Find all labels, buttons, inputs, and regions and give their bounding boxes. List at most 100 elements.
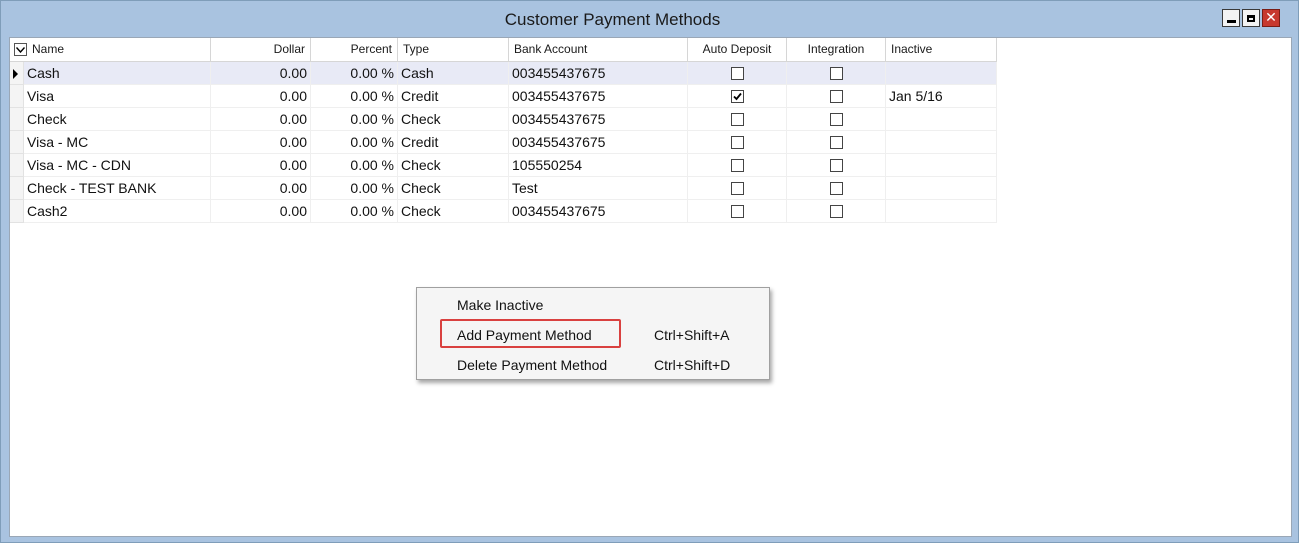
auto-deposit-checkbox[interactable] bbox=[730, 204, 744, 218]
maximize-button[interactable] bbox=[1242, 9, 1260, 27]
column-header-inactive-label: Inactive bbox=[891, 42, 933, 56]
checkmark-icon bbox=[732, 92, 742, 101]
cell-name[interactable]: Check bbox=[24, 108, 211, 131]
auto-deposit-checkbox[interactable] bbox=[730, 158, 744, 172]
cell-integration bbox=[787, 177, 886, 200]
row-header[interactable] bbox=[10, 200, 24, 223]
cell-percent[interactable]: 0.00 % bbox=[311, 85, 398, 108]
cell-dollar[interactable]: 0.00 bbox=[211, 85, 311, 108]
menu-item-delete-payment-method[interactable]: Delete Payment Method Ctrl+Shift+D bbox=[417, 350, 769, 380]
minimize-button[interactable] bbox=[1222, 9, 1240, 27]
cell-bank-account[interactable]: 003455437675 bbox=[509, 108, 688, 131]
integration-checkbox[interactable] bbox=[829, 89, 843, 103]
column-chooser-icon[interactable] bbox=[14, 43, 27, 56]
table-row[interactable]: Check 0.00 0.00 % Check 003455437675 bbox=[10, 108, 997, 131]
column-header-name-label: Name bbox=[32, 42, 65, 56]
cell-name[interactable]: Cash bbox=[24, 62, 211, 85]
cell-bank-account[interactable]: 003455437675 bbox=[509, 200, 688, 223]
column-header-integration-label: Integration bbox=[807, 42, 865, 56]
cell-percent[interactable]: 0.00 % bbox=[311, 108, 398, 131]
cell-auto-deposit bbox=[688, 131, 787, 154]
cell-percent[interactable]: 0.00 % bbox=[311, 62, 398, 85]
cell-bank-account[interactable]: 003455437675 bbox=[509, 131, 688, 154]
table-row[interactable]: Visa - MC 0.00 0.00 % Credit 003455437675 bbox=[10, 131, 997, 154]
auto-deposit-checkbox[interactable] bbox=[730, 89, 744, 103]
integration-checkbox[interactable] bbox=[829, 66, 843, 80]
cell-dollar[interactable]: 0.00 bbox=[211, 131, 311, 154]
cell-type[interactable]: Check bbox=[398, 108, 509, 131]
cell-bank-account[interactable]: 003455437675 bbox=[509, 85, 688, 108]
cell-name[interactable]: Visa bbox=[24, 85, 211, 108]
row-header[interactable] bbox=[10, 177, 24, 200]
menu-item-make-inactive[interactable]: Make Inactive bbox=[417, 290, 769, 320]
column-header-bank-account-label: Bank Account bbox=[514, 42, 588, 56]
integration-checkbox[interactable] bbox=[829, 181, 843, 195]
table-row[interactable]: Check - TEST BANK 0.00 0.00 % Check Test bbox=[10, 177, 997, 200]
cell-name[interactable]: Check - TEST BANK bbox=[24, 177, 211, 200]
integration-checkbox[interactable] bbox=[829, 135, 843, 149]
row-header[interactable] bbox=[10, 108, 24, 131]
cell-auto-deposit bbox=[688, 200, 787, 223]
cell-bank-account[interactable]: 003455437675 bbox=[509, 62, 688, 85]
column-header-type[interactable]: Type bbox=[398, 38, 509, 62]
cell-inactive[interactable] bbox=[886, 62, 997, 85]
integration-checkbox[interactable] bbox=[829, 112, 843, 126]
auto-deposit-checkbox[interactable] bbox=[730, 181, 744, 195]
cell-dollar[interactable]: 0.00 bbox=[211, 200, 311, 223]
cell-type[interactable]: Check bbox=[398, 200, 509, 223]
cell-inactive[interactable]: Jan 5/16 bbox=[886, 85, 997, 108]
cell-inactive[interactable] bbox=[886, 200, 997, 223]
column-header-name[interactable]: Name bbox=[10, 38, 211, 62]
row-pointer-icon bbox=[13, 69, 18, 79]
cell-inactive[interactable] bbox=[886, 154, 997, 177]
cell-inactive[interactable] bbox=[886, 177, 997, 200]
cell-type[interactable]: Check bbox=[398, 177, 509, 200]
row-header[interactable] bbox=[10, 62, 24, 85]
table-row[interactable]: Cash2 0.00 0.00 % Check 003455437675 bbox=[10, 200, 997, 223]
cell-percent[interactable]: 0.00 % bbox=[311, 154, 398, 177]
cell-inactive[interactable] bbox=[886, 108, 997, 131]
title-bar[interactable]: Customer Payment Methods ✕ bbox=[1, 1, 1298, 37]
cell-dollar[interactable]: 0.00 bbox=[211, 154, 311, 177]
close-button[interactable]: ✕ bbox=[1262, 9, 1280, 27]
column-header-inactive[interactable]: Inactive bbox=[886, 38, 997, 62]
column-header-integration[interactable]: Integration bbox=[787, 38, 886, 62]
row-header[interactable] bbox=[10, 154, 24, 177]
cell-type[interactable]: Credit bbox=[398, 85, 509, 108]
integration-checkbox[interactable] bbox=[829, 158, 843, 172]
cell-dollar[interactable]: 0.00 bbox=[211, 177, 311, 200]
integration-checkbox[interactable] bbox=[829, 204, 843, 218]
row-header[interactable] bbox=[10, 131, 24, 154]
auto-deposit-checkbox[interactable] bbox=[730, 135, 744, 149]
cell-inactive[interactable] bbox=[886, 131, 997, 154]
column-header-percent-label: Percent bbox=[350, 42, 392, 56]
cell-integration bbox=[787, 200, 886, 223]
menu-item-shortcut: Ctrl+Shift+A bbox=[654, 327, 730, 343]
cell-percent[interactable]: 0.00 % bbox=[311, 131, 398, 154]
auto-deposit-checkbox[interactable] bbox=[730, 66, 744, 80]
row-header[interactable] bbox=[10, 85, 24, 108]
cell-type[interactable]: Credit bbox=[398, 131, 509, 154]
menu-item-shortcut: Ctrl+Shift+D bbox=[654, 357, 731, 373]
cell-dollar[interactable]: 0.00 bbox=[211, 108, 311, 131]
cell-percent[interactable]: 0.00 % bbox=[311, 177, 398, 200]
cell-name[interactable]: Cash2 bbox=[24, 200, 211, 223]
window-title: Customer Payment Methods bbox=[504, 10, 721, 29]
cell-name[interactable]: Visa - MC - CDN bbox=[24, 154, 211, 177]
cell-type[interactable]: Check bbox=[398, 154, 509, 177]
cell-integration bbox=[787, 131, 886, 154]
column-header-percent[interactable]: Percent bbox=[311, 38, 398, 62]
cell-dollar[interactable]: 0.00 bbox=[211, 62, 311, 85]
cell-bank-account[interactable]: 105550254 bbox=[509, 154, 688, 177]
cell-bank-account[interactable]: Test bbox=[509, 177, 688, 200]
cell-percent[interactable]: 0.00 % bbox=[311, 200, 398, 223]
column-header-dollar[interactable]: Dollar bbox=[211, 38, 311, 62]
auto-deposit-checkbox[interactable] bbox=[730, 112, 744, 126]
column-header-auto-deposit[interactable]: Auto Deposit bbox=[688, 38, 787, 62]
cell-type[interactable]: Cash bbox=[398, 62, 509, 85]
cell-name[interactable]: Visa - MC bbox=[24, 131, 211, 154]
table-row[interactable]: Cash 0.00 0.00 % Cash 003455437675 bbox=[10, 62, 997, 85]
table-row[interactable]: Visa 0.00 0.00 % Credit 003455437675 Jan 5/16 bbox=[10, 85, 997, 108]
table-row[interactable]: Visa - MC - CDN 0.00 0.00 % Check 105550254 bbox=[10, 154, 997, 177]
column-header-bank-account[interactable]: Bank Account bbox=[509, 38, 688, 62]
